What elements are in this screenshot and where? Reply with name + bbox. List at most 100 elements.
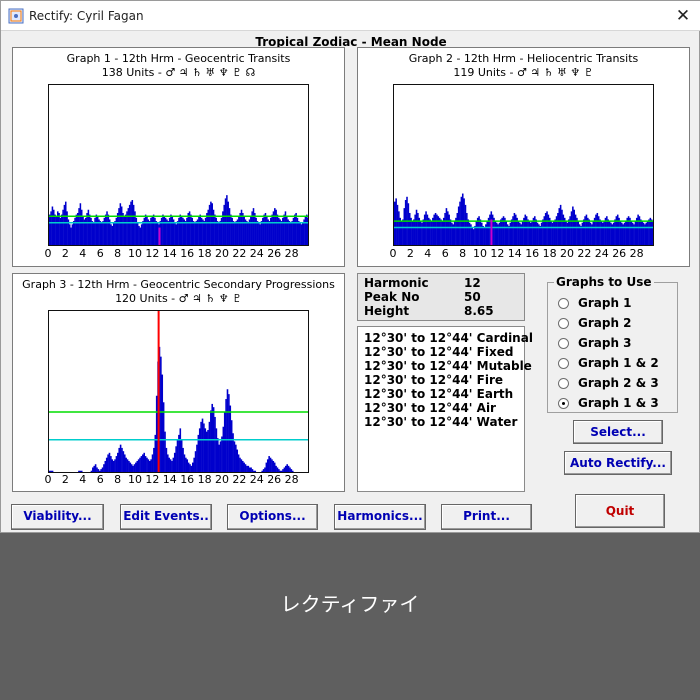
chart-bar [559, 204, 562, 245]
radio-button[interactable] [558, 358, 569, 369]
radio-button[interactable] [558, 318, 569, 329]
list-item[interactable]: 12°30' to 12°44' Air [364, 401, 496, 415]
chart-bar [448, 214, 450, 245]
chart-bar [413, 219, 415, 245]
chart-bar [207, 209, 209, 245]
chart-bar [122, 451, 125, 472]
chart-bar [170, 214, 172, 245]
graph-1-plot [48, 84, 309, 246]
chart-bar [618, 217, 620, 245]
list-item[interactable]: 12°30' to 12°44' Fixed [364, 345, 513, 359]
radio-label[interactable]: Graph 1 [578, 296, 632, 310]
chart-bar [563, 217, 566, 245]
chart-bar [130, 201, 132, 245]
chart-bar [171, 216, 174, 245]
chart-bar [123, 216, 126, 245]
chart-bar [246, 465, 248, 472]
close-icon[interactable]: ✕ [671, 4, 695, 28]
chart-bar [190, 214, 192, 245]
chart-bar [91, 221, 94, 245]
chart-bar [440, 219, 442, 245]
x-axis-tick-label: 2 [406, 247, 414, 260]
chart-bar [427, 217, 430, 245]
chart-bar [451, 222, 453, 245]
chart-bar [146, 457, 148, 472]
chart-bar [135, 462, 137, 472]
range-list[interactable]: 12°30' to 12°44' Cardinal 12°30' to 12°4… [357, 326, 533, 492]
chart-bar [137, 459, 140, 472]
chart-bar [162, 402, 165, 472]
chart-bar [447, 211, 449, 245]
radio-label[interactable]: Graph 2 [578, 316, 632, 330]
options-button[interactable]: Options... [227, 504, 318, 530]
graph-2-panel: Graph 2 - 12th Hrm - Heliocentric Transi… [357, 47, 690, 267]
chart-bar [457, 206, 460, 245]
print-button[interactable]: Print... [441, 504, 532, 530]
chart-bar [641, 221, 643, 245]
radio-label[interactable]: Graph 1 & 3 [578, 396, 659, 410]
chart-bar [546, 211, 548, 245]
chart-bar [593, 217, 596, 245]
chart-bar [280, 221, 283, 245]
chart-bar [176, 439, 179, 472]
x-axis-tick-label: 26 [267, 247, 282, 260]
radio-label[interactable]: Graph 2 & 3 [578, 376, 659, 390]
graph-2-title: Graph 2 - 12th Hrm - Heliocentric Transi… [408, 52, 639, 65]
height-value: 8.65 [464, 304, 494, 318]
edit-events-button[interactable]: Edit Events.. [120, 504, 212, 530]
x-axis-tick-label: 6 [441, 247, 449, 260]
graph-1-panel: Graph 1 - 12th Hrm - Geocentric Transits… [12, 47, 345, 267]
chart-bar [547, 214, 550, 245]
chart-bar [205, 431, 208, 472]
chart-bar [527, 219, 529, 245]
chart-bar [192, 221, 195, 245]
radio-button[interactable] [558, 378, 569, 389]
chart-bar [419, 221, 422, 245]
chart-bar [148, 221, 151, 245]
chart-bar [625, 221, 627, 245]
chart-bar [208, 204, 211, 245]
peak-no-label: Peak No [364, 290, 420, 304]
chart-bar [414, 214, 416, 245]
list-item[interactable]: 12°30' to 12°44' Earth [364, 387, 513, 401]
harmonics-button[interactable]: Harmonics... [334, 504, 426, 530]
quit-button[interactable]: Quit [575, 494, 665, 528]
list-item[interactable]: 12°30' to 12°44' Cardinal [364, 331, 533, 345]
radio-button[interactable] [558, 298, 569, 309]
chart-bar [168, 457, 170, 472]
radio-button[interactable] [558, 338, 569, 349]
chart-bar [283, 214, 285, 245]
chart-bar [291, 221, 293, 245]
chart-bar [182, 447, 184, 472]
chart-bar [623, 222, 626, 245]
chart-bar [626, 217, 629, 245]
select-button[interactable]: Select... [573, 420, 663, 444]
chart-bar [614, 219, 616, 245]
chart-bar [218, 444, 220, 472]
list-item[interactable]: 12°30' to 12°44' Fire [364, 373, 503, 387]
app-icon [8, 8, 24, 24]
chart-bar [557, 212, 559, 245]
chart-bar [230, 214, 232, 245]
chart-bar [154, 434, 157, 472]
radio-button-selected[interactable] [558, 398, 569, 409]
chart-bar [441, 221, 444, 245]
chart-bar [275, 465, 277, 472]
x-axis-tick-label: 2 [61, 247, 69, 260]
list-item[interactable]: 12°30' to 12°44' Water [364, 415, 517, 429]
radio-label[interactable]: Graph 1 & 2 [578, 356, 659, 370]
chart-bar [196, 444, 198, 472]
chart-bar [544, 212, 547, 245]
chart-bar [271, 459, 273, 472]
viability-button[interactable]: Viability... [11, 504, 104, 530]
chart-bar [104, 460, 107, 472]
auto-rectify-button[interactable]: Auto Rectify... [564, 451, 672, 475]
chart-bar [146, 216, 148, 245]
list-item[interactable]: 12°30' to 12°44' Mutable [364, 359, 532, 373]
graphs-to-use-title: Graphs to Use [554, 275, 654, 289]
chart-bar [621, 222, 623, 245]
chart-bar [127, 208, 130, 245]
radio-label[interactable]: Graph 3 [578, 336, 632, 350]
chart-bar [194, 222, 196, 245]
chart-bar [531, 221, 533, 245]
